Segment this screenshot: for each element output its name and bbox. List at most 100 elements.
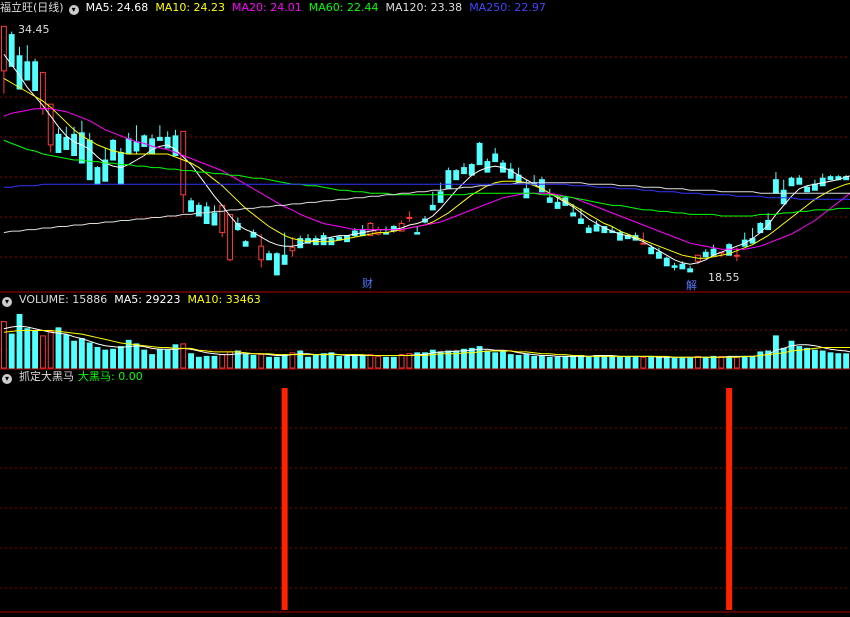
volume-bar bbox=[367, 354, 374, 369]
volume-bar bbox=[531, 355, 538, 369]
volume-bar bbox=[328, 352, 335, 369]
candle-body bbox=[0, 25, 7, 72]
candle-body bbox=[55, 133, 62, 153]
volume-bar bbox=[749, 355, 756, 369]
volume-bar bbox=[375, 355, 382, 369]
candle-body bbox=[656, 251, 662, 259]
volume-bar bbox=[811, 349, 818, 369]
event-marker-jie[interactable]: 解 bbox=[686, 278, 697, 292]
volume-bar bbox=[102, 349, 109, 369]
volume-bar bbox=[468, 347, 475, 369]
stock-chart[interactable]: 34.45 18.55 财 解 bbox=[0, 0, 850, 617]
volume-bar bbox=[843, 353, 850, 369]
candle-body bbox=[203, 206, 210, 225]
volume-bar bbox=[242, 354, 249, 369]
volume-bar bbox=[741, 355, 748, 369]
volume-bar bbox=[726, 356, 733, 369]
candle-body bbox=[414, 232, 421, 235]
candle-body bbox=[195, 204, 202, 217]
candle-body bbox=[63, 136, 70, 150]
candle-body bbox=[640, 242, 647, 245]
volume-bar bbox=[94, 346, 101, 369]
volume-bar bbox=[156, 348, 163, 369]
candle-body bbox=[453, 170, 460, 181]
candle-body bbox=[585, 227, 592, 234]
volume-bar bbox=[492, 352, 499, 369]
volume-bar bbox=[383, 356, 389, 369]
candle-body bbox=[827, 176, 834, 181]
candle-body bbox=[445, 170, 452, 190]
volume-bar bbox=[780, 347, 787, 369]
signal-bar bbox=[726, 388, 733, 610]
candle-body bbox=[546, 197, 553, 203]
candle-body bbox=[281, 254, 288, 265]
volume-bar bbox=[351, 354, 358, 369]
volume-bar bbox=[835, 353, 842, 369]
high-price-label: 34.45 bbox=[18, 23, 50, 36]
volume-bar bbox=[593, 355, 600, 369]
candle-body bbox=[227, 213, 233, 261]
volume-bar bbox=[507, 354, 514, 369]
volume-bar bbox=[273, 356, 280, 369]
candle-body bbox=[773, 179, 779, 194]
volume-bar bbox=[149, 354, 155, 369]
candle-body bbox=[796, 177, 803, 185]
candle-body bbox=[86, 139, 93, 181]
volume-bar bbox=[671, 357, 678, 369]
candle-body bbox=[461, 167, 467, 175]
volume-bar bbox=[827, 352, 834, 369]
volume-bar bbox=[8, 333, 15, 369]
candle-body bbox=[71, 133, 78, 157]
candle-body bbox=[663, 257, 670, 267]
price-candles bbox=[0, 25, 850, 276]
volume-bar bbox=[773, 335, 779, 369]
low-price-label: 18.55 bbox=[708, 271, 740, 284]
volume-bar bbox=[663, 356, 670, 369]
candle-body bbox=[811, 183, 818, 191]
volume-bar bbox=[695, 355, 701, 369]
volume-bar bbox=[734, 356, 740, 369]
candle-body bbox=[437, 191, 444, 203]
candle-body bbox=[156, 136, 163, 141]
volume-bar bbox=[188, 353, 194, 369]
volume-bar bbox=[546, 356, 553, 369]
candle-body bbox=[47, 103, 54, 146]
volume-bar bbox=[656, 356, 662, 369]
volume-bar bbox=[601, 355, 608, 369]
volume-bar bbox=[523, 354, 530, 369]
volume-bar bbox=[500, 351, 506, 369]
volume-bar bbox=[250, 355, 257, 369]
candle-body bbox=[406, 216, 413, 219]
ma5-line bbox=[3, 54, 850, 265]
candle-body bbox=[687, 268, 694, 273]
volume-bar bbox=[624, 356, 631, 369]
candle-body bbox=[180, 130, 187, 196]
volume-bars bbox=[0, 313, 850, 369]
candle-body bbox=[734, 254, 740, 257]
event-marker-cai[interactable]: 财 bbox=[362, 276, 373, 290]
candle-body bbox=[188, 200, 194, 212]
volume-bar bbox=[133, 343, 140, 369]
volume-bar bbox=[398, 354, 405, 369]
volume-bar bbox=[47, 330, 54, 369]
volume-bar bbox=[32, 330, 39, 369]
volume-bar bbox=[16, 313, 23, 369]
volume-bar bbox=[344, 355, 350, 369]
candle-body bbox=[266, 253, 272, 261]
volume-bar bbox=[86, 342, 93, 369]
volume-bar bbox=[819, 350, 826, 369]
candle-body bbox=[211, 212, 218, 226]
candle-body bbox=[468, 164, 475, 176]
volume-bar bbox=[312, 355, 319, 369]
candle-body bbox=[94, 167, 101, 185]
volume-bar bbox=[281, 354, 288, 369]
volume-bar bbox=[219, 354, 226, 369]
volume-bar bbox=[258, 354, 265, 369]
volume-bar bbox=[164, 349, 171, 369]
candle-body bbox=[702, 251, 709, 258]
candle-body bbox=[242, 241, 249, 247]
candle-body bbox=[273, 253, 280, 276]
candle-body bbox=[219, 204, 226, 234]
signal-bars bbox=[281, 388, 733, 610]
volume-bar bbox=[554, 356, 561, 369]
